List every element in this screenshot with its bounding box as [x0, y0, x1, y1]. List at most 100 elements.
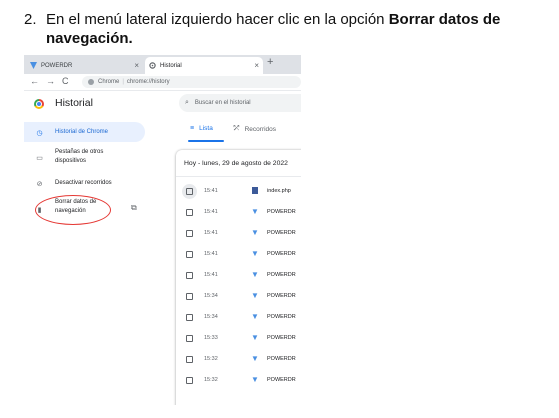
search-icon: ⌕ [185, 99, 189, 106]
entry-time: 15:41 [204, 272, 218, 278]
entry-site[interactable]: POWERDR [267, 377, 296, 383]
entry-site[interactable]: POWERDR [267, 251, 296, 257]
new-tab-button[interactable]: + [267, 56, 273, 68]
journeys-off-icon: ⊘ [36, 180, 43, 188]
row-checkbox[interactable] [186, 377, 193, 384]
entry-site[interactable]: index.php [267, 188, 291, 194]
omnibox-url: chrome://history [126, 79, 170, 85]
entry-site[interactable]: POWERDR [267, 293, 296, 299]
entry-time: 15:32 [204, 377, 218, 383]
sidebar-item-label: Desactivar recorridos [55, 180, 112, 186]
list-item[interactable]: 15:32 ▼ POWERDR [176, 350, 301, 370]
search-input[interactable]: ⌕ Buscar en el historial [179, 94, 301, 112]
row-checkbox[interactable] [186, 293, 193, 300]
list-item[interactable]: 15:41 index.php [176, 182, 301, 202]
highlight-circle [35, 195, 111, 225]
forward-icon[interactable]: → [46, 76, 55, 86]
list-item[interactable]: 15:41 ▼ POWERDR [176, 245, 301, 265]
step-number: 2. [24, 11, 37, 28]
back-icon[interactable]: ← [30, 76, 39, 86]
tab-recorridos[interactable]: ⤱ Recorridos [234, 125, 276, 133]
step-bold-1: Borrar datos de [388, 11, 501, 28]
triangle-favicon-icon: ▼ [251, 270, 259, 279]
step-bold-2: navegación. [46, 30, 133, 47]
triangle-favicon-icon: ▼ [251, 312, 259, 321]
triangle-favicon-icon: ▼ [251, 228, 259, 237]
omnibox-separator: | [122, 79, 124, 85]
entry-site[interactable]: POWERDR [267, 272, 296, 278]
triangle-favicon-icon: ▼ [251, 249, 259, 258]
devices-icon: ▭ [36, 154, 43, 162]
entry-site[interactable]: POWERDR [267, 314, 296, 320]
row-checkbox[interactable] [186, 251, 193, 258]
history-tabs: ≡ Lista ⤱ Recorridos [184, 119, 301, 143]
list-item[interactable]: 15:32 ▼ POWERDR [176, 371, 301, 391]
close-icon[interactable]: × [134, 61, 139, 70]
triangle-favicon-icon: ▼ [251, 333, 259, 342]
entry-time: 15:34 [204, 293, 218, 299]
page-title: Historial [55, 97, 93, 109]
entry-site[interactable]: POWERDR [267, 356, 296, 362]
chrome-logo-icon [34, 99, 44, 109]
triangle-favicon-icon: ▼ [251, 207, 259, 216]
step-text: En el menú lateral izquierdo hacer clic … [46, 11, 389, 28]
reload-icon[interactable]: C [62, 76, 69, 86]
sidebar-item-chrome-history[interactable]: ◷ Historial de Chrome [24, 122, 145, 142]
search-placeholder: Buscar en el historial [194, 100, 251, 106]
active-tab-indicator [188, 140, 224, 142]
entry-site[interactable]: POWERDR [267, 335, 296, 341]
close-icon[interactable]: × [254, 61, 259, 70]
entry-time: 15:41 [204, 209, 218, 215]
list-item[interactable]: 15:34 ▼ POWERDR [176, 287, 301, 307]
document-favicon-icon [252, 187, 258, 194]
triangle-favicon-icon: ▼ [251, 291, 259, 300]
address-bar[interactable]: Chrome | chrome://history [82, 76, 301, 88]
sidebar-item-disable-journeys[interactable]: ⊘ Desactivar recorridos [24, 177, 144, 189]
sidebar-item-label: Pestañas de otros dispositivos [55, 149, 104, 164]
sidebar-item-label: Historial de Chrome [55, 129, 109, 135]
row-checkbox[interactable] [186, 314, 193, 321]
row-checkbox[interactable] [186, 209, 193, 216]
list-icon: ≡ [190, 125, 195, 132]
journeys-icon: ⤱ [234, 125, 240, 132]
row-checkbox[interactable] [186, 272, 193, 279]
history-card: Hoy - lunes, 29 de agosto de 2022 15:41 i… [176, 150, 301, 405]
chrome-site-icon [88, 79, 94, 85]
entry-time: 15:32 [204, 356, 218, 362]
history-header: Historial ⌕ Buscar en el historial [24, 91, 301, 115]
tab-powerdr[interactable]: POWERDR × [26, 57, 143, 74]
browser-toolbar: ← → C Chrome | chrome://history [24, 74, 301, 91]
clock-icon: ◷ [36, 129, 43, 137]
row-checkbox[interactable] [186, 188, 193, 195]
list-item[interactable]: 15:34 ▼ POWERDR [176, 308, 301, 328]
tab-historial[interactable]: Historial × [145, 57, 263, 74]
browser-screenshot: POWERDR × Historial × + ← → C Chrome | c… [24, 55, 301, 405]
triangle-favicon-icon [30, 62, 37, 69]
tab-label: Lista [199, 125, 213, 132]
entry-time: 15:41 [204, 251, 218, 257]
entry-time: 15:34 [204, 314, 218, 320]
tab-title: Historial [160, 62, 182, 69]
list-item[interactable]: 15:41 ▼ POWERDR [176, 266, 301, 286]
list-item[interactable]: 15:41 ▼ POWERDR [176, 203, 301, 223]
row-checkbox[interactable] [186, 335, 193, 342]
external-link-icon[interactable]: ⧉ [131, 203, 137, 213]
entry-site[interactable]: POWERDR [267, 230, 296, 236]
divider [176, 176, 301, 177]
row-checkbox[interactable] [186, 356, 193, 363]
omnibox-site: Chrome [98, 79, 120, 85]
entry-time: 15:41 [204, 230, 218, 236]
gear-favicon-icon [149, 62, 156, 69]
tab-lista[interactable]: ≡ Lista [190, 125, 213, 132]
tab-strip: POWERDR × Historial × + [24, 55, 301, 74]
triangle-favicon-icon: ▼ [251, 354, 259, 363]
tab-title: POWERDR [41, 62, 73, 69]
sidebar-item-other-devices[interactable]: ▭ Pestañas de otros dispositivos [24, 147, 144, 169]
list-item[interactable]: 15:33 ▼ POWERDR [176, 329, 301, 349]
day-header: Hoy - lunes, 29 de agosto de 2022 [184, 160, 288, 167]
entry-site[interactable]: POWERDR [267, 209, 296, 215]
list-item[interactable]: 15:41 ▼ POWERDR [176, 224, 301, 244]
instruction-text: 2. En el menú lateral izquierdo hacer cli… [24, 10, 554, 48]
tab-label: Recorridos [244, 125, 277, 133]
row-checkbox[interactable] [186, 230, 193, 237]
